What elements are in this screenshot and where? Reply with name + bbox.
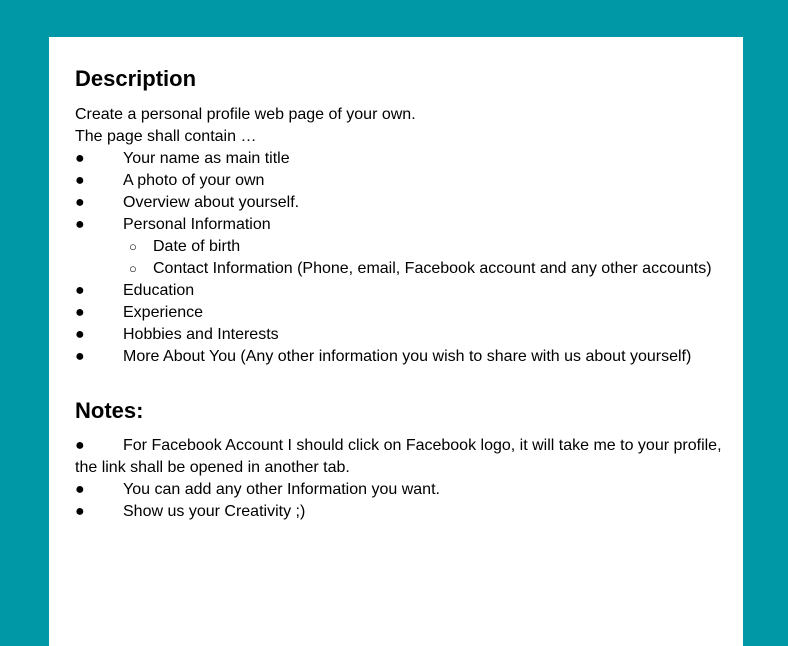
note-item: You can add any other Information you wa… — [123, 481, 440, 498]
notes-heading: Notes: — [75, 398, 144, 423]
list-item: More About You (Any other information yo… — [123, 348, 692, 365]
list-item: Personal Information — [123, 216, 271, 233]
note-item: Show us your Creativity ;) — [123, 503, 306, 520]
bullet-marker: ● — [75, 326, 85, 343]
list-item: A photo of your own — [123, 172, 265, 189]
list-item: Experience — [123, 304, 204, 321]
sub-bullet-marker: ○ — [129, 239, 137, 254]
note-1-line-2: the link shall be opened in another tab. — [75, 459, 350, 476]
list-item: Your name as main title — [123, 150, 290, 167]
list-item: Hobbies and Interests — [123, 326, 279, 343]
intro-line-2: The page shall contain … — [75, 128, 257, 145]
bullet-marker: ● — [75, 348, 85, 365]
document-page: Description Create a personal profile we… — [49, 37, 743, 646]
bullet-marker: ● — [75, 216, 85, 233]
note-1-line-1: For Facebook Account I should click on F… — [123, 437, 722, 454]
list-item: Overview about yourself. — [123, 194, 300, 211]
sub-list-item: Contact Information (Phone, email, Faceb… — [153, 260, 712, 277]
bullet-marker: ● — [75, 503, 85, 520]
bullet-marker: ● — [75, 481, 85, 498]
intro-line-1: Create a personal profile web page of yo… — [75, 106, 416, 123]
bullet-marker: ● — [75, 172, 85, 189]
bullet-marker: ● — [75, 150, 85, 167]
sub-bullet-marker: ○ — [129, 261, 137, 276]
bullet-marker: ● — [75, 437, 85, 454]
bullet-marker: ● — [75, 304, 85, 321]
sub-list-item: Date of birth — [153, 238, 241, 255]
list-item: Education — [123, 282, 195, 299]
note-item: ● For Facebook Account I should click on … — [75, 435, 725, 457]
description-heading: Description — [75, 66, 197, 91]
bullet-marker: ● — [75, 282, 85, 299]
bullet-marker: ● — [75, 194, 85, 211]
